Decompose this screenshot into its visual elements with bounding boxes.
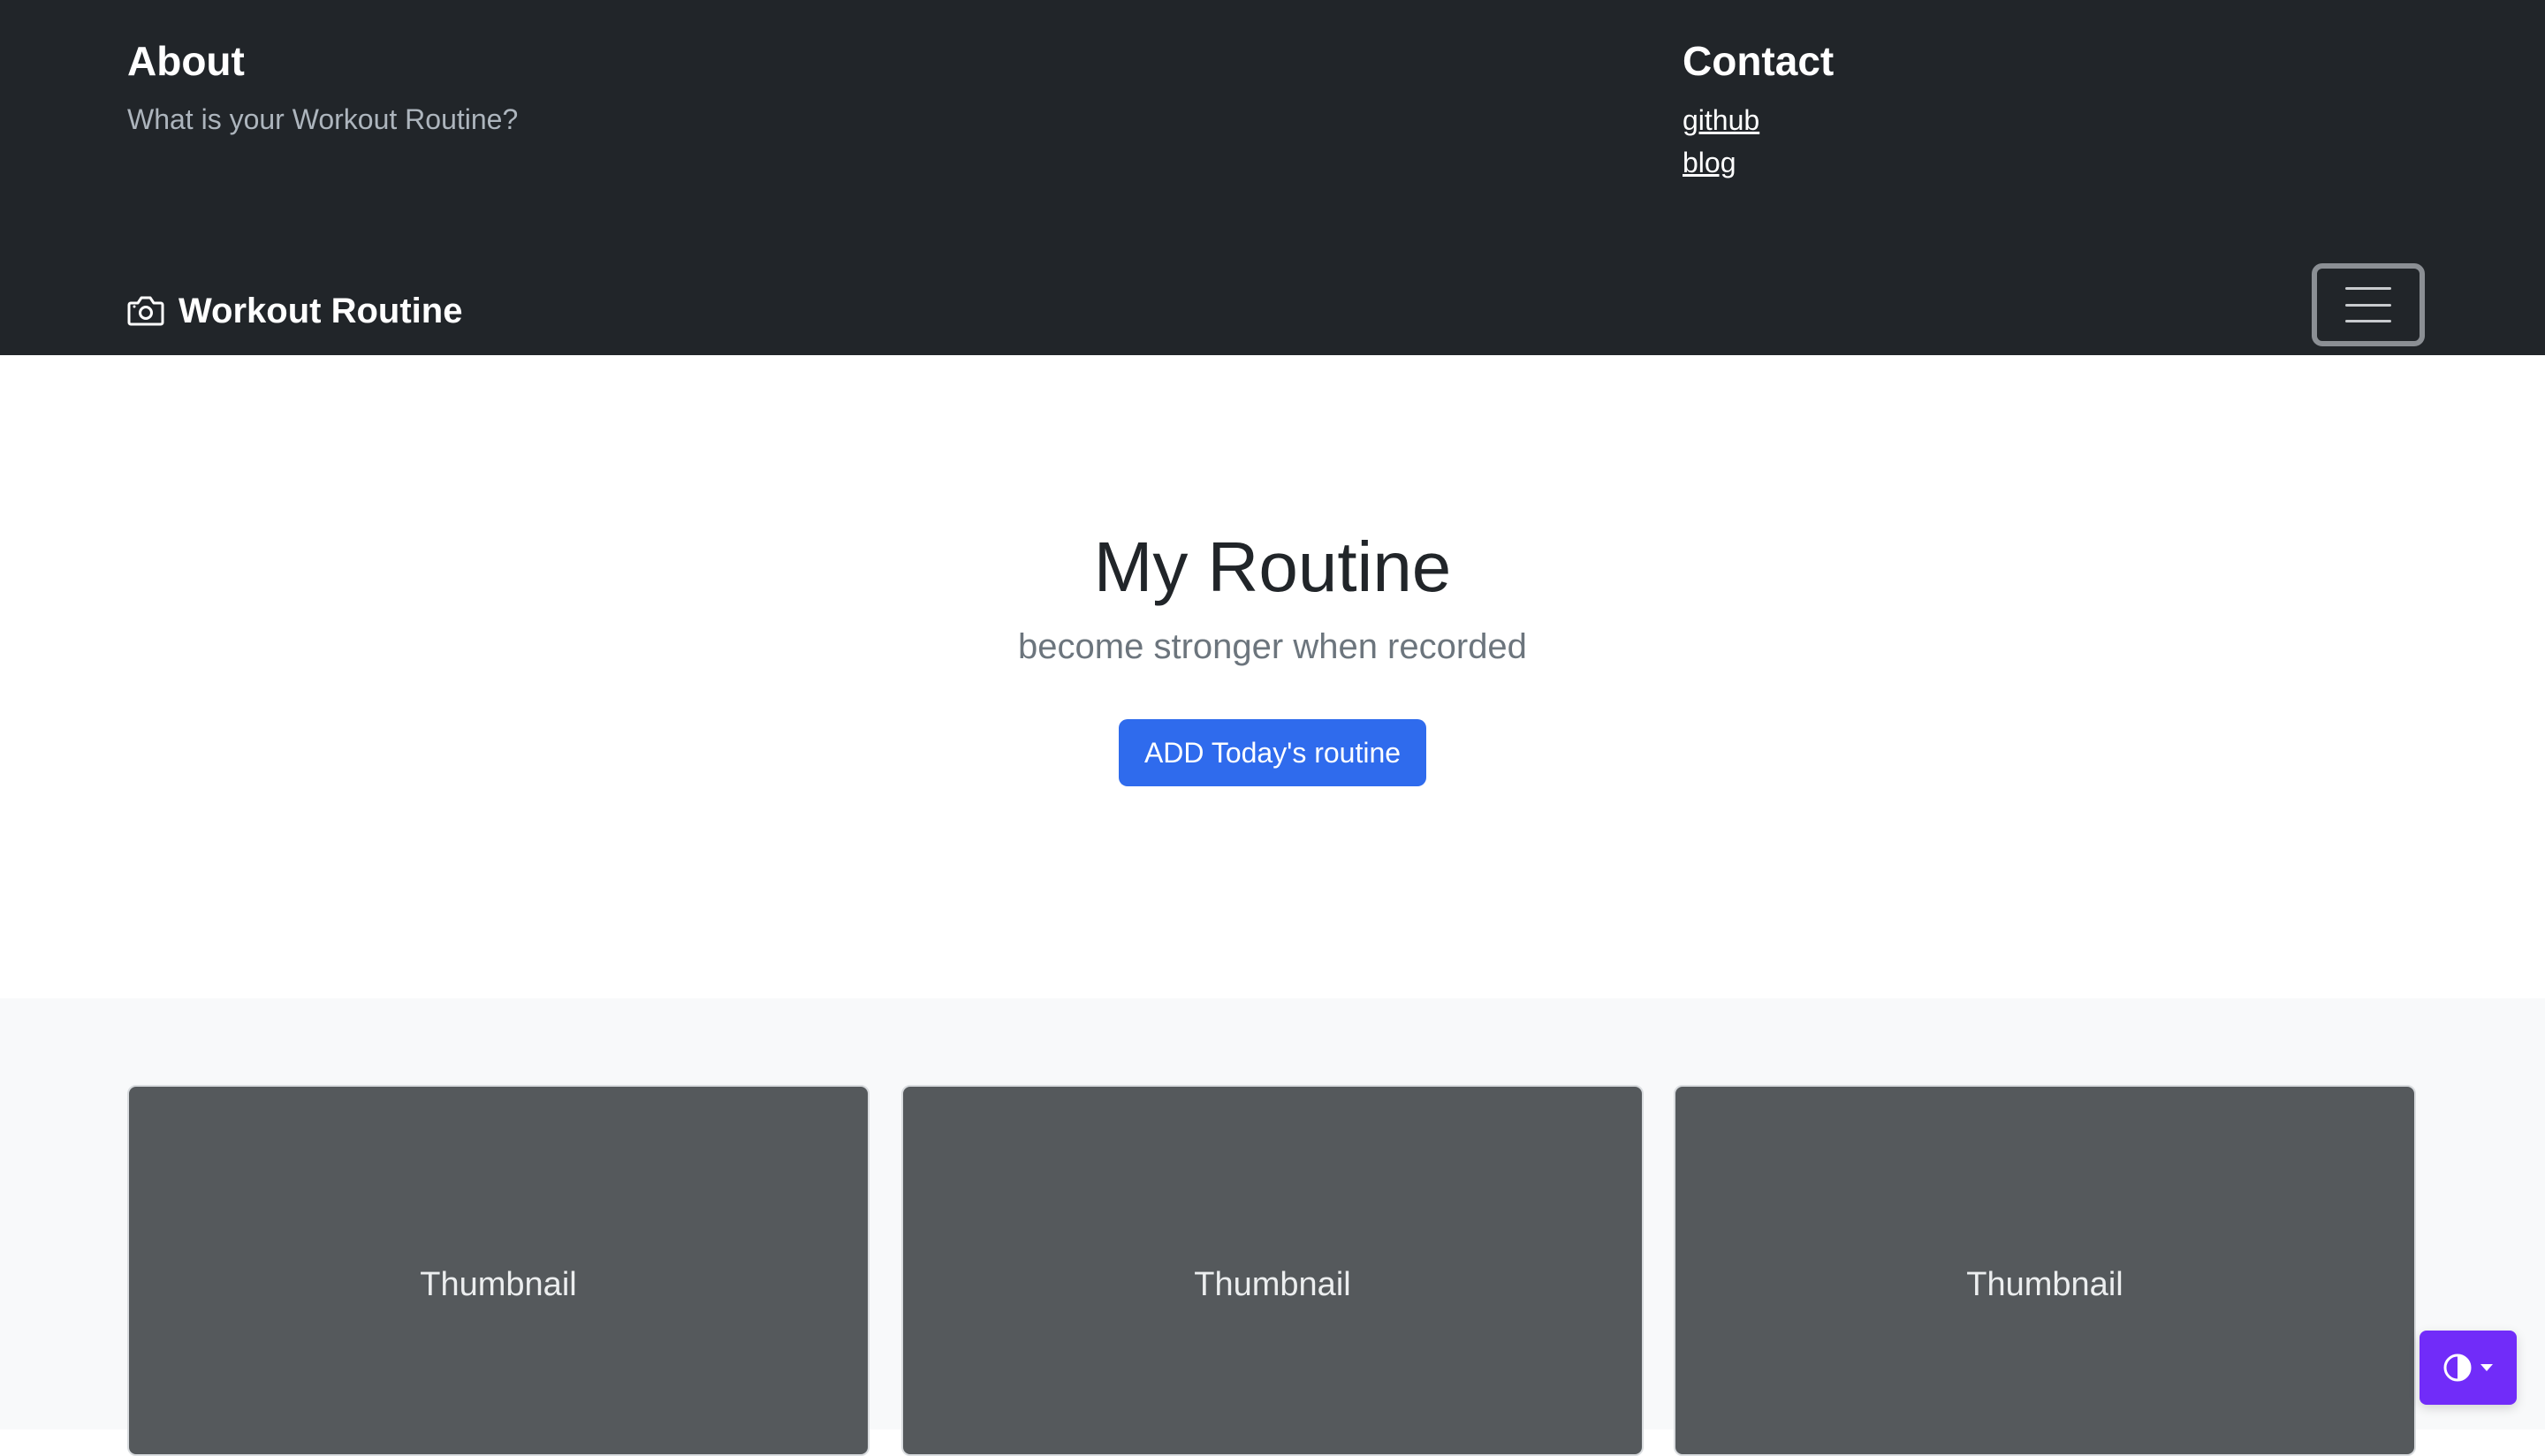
navbar-toggler-button[interactable] [2312, 263, 2425, 346]
about-section: About What is your Workout Routine? [127, 34, 923, 140]
theme-toggle-button[interactable] [2420, 1331, 2517, 1405]
thumbnail-card[interactable]: Thumbnail [1674, 1085, 2416, 1456]
about-text: What is your Workout Routine? [127, 103, 519, 135]
site-header: About What is your Workout Routine? Cont… [0, 0, 2545, 355]
contact-section: Contact github blog [1683, 34, 2389, 184]
thumbnail-label: Thumbnail [420, 1266, 577, 1303]
navbar: Workout Routine [0, 262, 2545, 355]
hamburger-menu-icon [2345, 287, 2391, 322]
hero-title: My Routine [1093, 527, 1452, 606]
navbar-brand[interactable]: Workout Routine [127, 288, 462, 334]
hero-section: My Routine become stronger when recorded… [0, 355, 2545, 998]
contact-title: Contact [1683, 38, 1835, 84]
album-section: Thumbnail Thumbnail Thumbnail [0, 998, 2545, 1456]
thumbnail-card[interactable]: Thumbnail [901, 1085, 1644, 1456]
about-title: About [127, 38, 245, 84]
thumbnail-label: Thumbnail [1194, 1266, 1351, 1303]
contact-item-github: github [1683, 99, 2389, 141]
add-routine-button[interactable]: ADD Today's routine [1119, 719, 1426, 786]
github-link[interactable]: github [1683, 104, 1759, 136]
half-circle-contrast-icon [2443, 1354, 2472, 1382]
camera-icon [127, 296, 164, 326]
thumbnail-label: Thumbnail [1966, 1266, 2123, 1303]
hero-lead: become stronger when recorded [1018, 627, 1527, 666]
thumbnail-card[interactable]: Thumbnail [127, 1085, 870, 1456]
blog-link[interactable]: blog [1683, 147, 1736, 178]
contact-links: github blog [1683, 99, 2389, 184]
caret-down-icon [2480, 1364, 2493, 1371]
contact-item-blog: blog [1683, 141, 2389, 184]
brand-name: Workout Routine [179, 292, 463, 330]
